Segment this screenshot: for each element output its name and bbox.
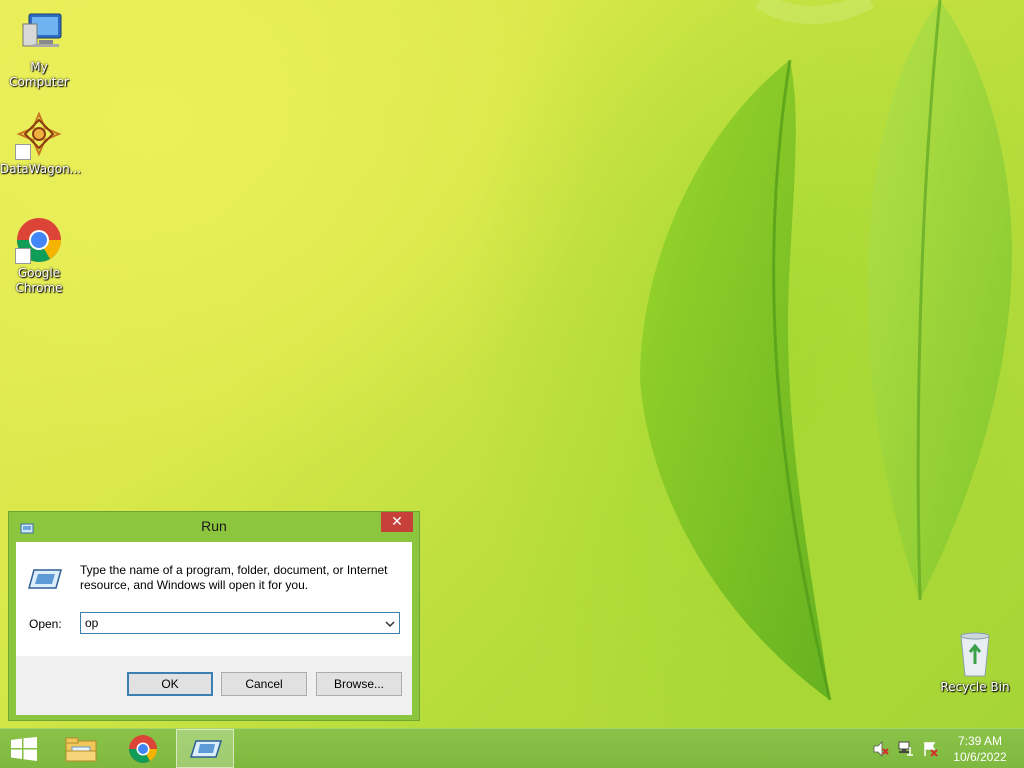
desktop-icon-my-computer[interactable]: My Computer <box>0 10 78 90</box>
run-dialog-footer: OK Cancel Browse... <box>16 656 412 715</box>
desktop-icon-datawagon[interactable]: DataWagon... <box>0 111 82 177</box>
desktop: My Computer DataWagon... Google Chrome R… <box>0 0 1024 728</box>
shortcut-arrow-icon <box>15 248 31 264</box>
browse-button[interactable]: Browse... <box>316 672 402 696</box>
desktop-icon-label: Recycle Bin <box>940 680 1010 694</box>
close-button[interactable]: ✕ <box>381 512 413 532</box>
run-description: Type the name of a program, folder, docu… <box>80 563 388 592</box>
taskbar-run[interactable] <box>176 729 234 768</box>
open-label: Open: <box>29 617 62 631</box>
run-dialog: Run ✕ Type the name of a program, folder… <box>8 511 420 721</box>
run-dialog-body: Type the name of a program, folder, docu… <box>16 542 412 715</box>
shortcut-arrow-icon <box>15 144 31 160</box>
chrome-icon <box>15 216 63 264</box>
clock-date: 10/6/2022 <box>953 750 1007 764</box>
desktop-icon-recycle-bin[interactable]: Recycle Bin <box>936 630 1014 695</box>
ok-button[interactable]: OK <box>127 672 213 696</box>
file-explorer-icon <box>64 735 98 767</box>
run-program-icon <box>28 568 62 594</box>
taskbar-file-explorer[interactable] <box>52 729 110 768</box>
open-input[interactable] <box>85 615 375 631</box>
clock-time: 7:39 AM <box>957 734 1003 748</box>
recycle-bin-icon <box>951 630 999 678</box>
desktop-icon-google-chrome[interactable]: Google Chrome <box>0 216 78 296</box>
chevron-down-icon[interactable] <box>383 616 397 630</box>
tray-clock[interactable]: 7:39 AM 10/6/2022 <box>944 733 1016 765</box>
action-center-icon[interactable] <box>922 741 938 757</box>
open-combobox[interactable] <box>80 612 400 634</box>
taskbar: 7:39 AM 10/6/2022 <box>0 728 1024 768</box>
run-titlebar[interactable]: Run ✕ <box>9 512 419 541</box>
taskbar-chrome[interactable] <box>114 729 172 768</box>
desktop-icon-label: Google Chrome <box>15 266 63 295</box>
desktop-icon-label: My Computer <box>9 60 69 89</box>
volume-muted-icon[interactable] <box>873 741 889 757</box>
start-icon <box>11 737 37 765</box>
run-dialog-title: Run <box>201 518 227 534</box>
run-icon <box>189 739 223 763</box>
datawagon-icon <box>15 111 63 160</box>
chrome-icon <box>128 734 158 768</box>
computer-icon <box>15 10 63 58</box>
network-icon[interactable] <box>898 741 914 757</box>
desktop-icon-label: DataWagon... <box>0 162 82 176</box>
start-button[interactable] <box>0 729 48 768</box>
cancel-button[interactable]: Cancel <box>221 672 307 696</box>
